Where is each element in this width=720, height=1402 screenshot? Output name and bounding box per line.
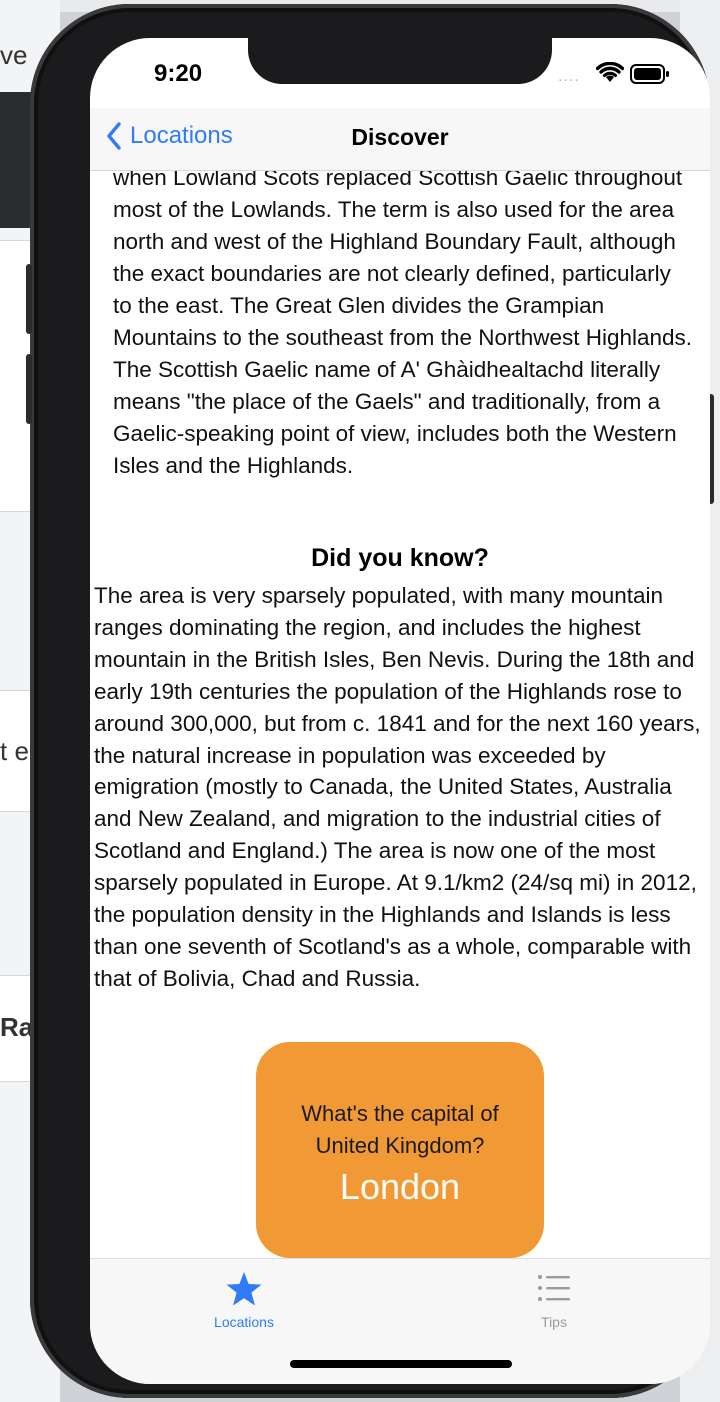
volume-down-button <box>26 354 32 424</box>
quiz-answer: London <box>339 1166 461 1207</box>
quiz-question: What's the capital of United Kingdom? <box>301 1101 499 1158</box>
star-icon <box>226 1272 262 1306</box>
background-text-fragment: t e <box>0 736 29 766</box>
tab-tips[interactable]: Tips <box>484 1271 624 1330</box>
volume-up-button <box>26 264 32 334</box>
list-icon <box>538 1275 570 1301</box>
status-time: 9:20 <box>154 60 203 87</box>
battery-icon <box>630 64 669 84</box>
home-indicator[interactable] <box>290 1360 512 1368</box>
page-title: Discover <box>351 124 449 150</box>
wifi-icon <box>596 62 624 82</box>
phone-screen: 9:20 .... Locations Discover when Lowlan… <box>90 38 710 1384</box>
did-you-know-paragraph: The area is very sparsely populated, wit… <box>94 583 701 991</box>
did-you-know-heading: Did you know? <box>311 544 489 572</box>
cellular-signal-icon: .... <box>558 68 580 85</box>
tab-label: Locations <box>214 1314 274 1330</box>
background-text-fragment: ve <box>0 40 28 70</box>
phone-frame: 9:20 .... Locations Discover when Lowlan… <box>26 4 714 1398</box>
quiz-card[interactable]: What's the capital of United Kingdom? Lo… <box>256 1042 544 1258</box>
tab-label: Tips <box>541 1314 567 1330</box>
notch <box>248 38 552 84</box>
navigation-bar: Locations Discover <box>90 108 710 171</box>
intro-paragraph: when Lowland Scots replaced Scottish Gae… <box>113 170 693 478</box>
tab-locations[interactable]: Locations <box>174 1271 314 1330</box>
